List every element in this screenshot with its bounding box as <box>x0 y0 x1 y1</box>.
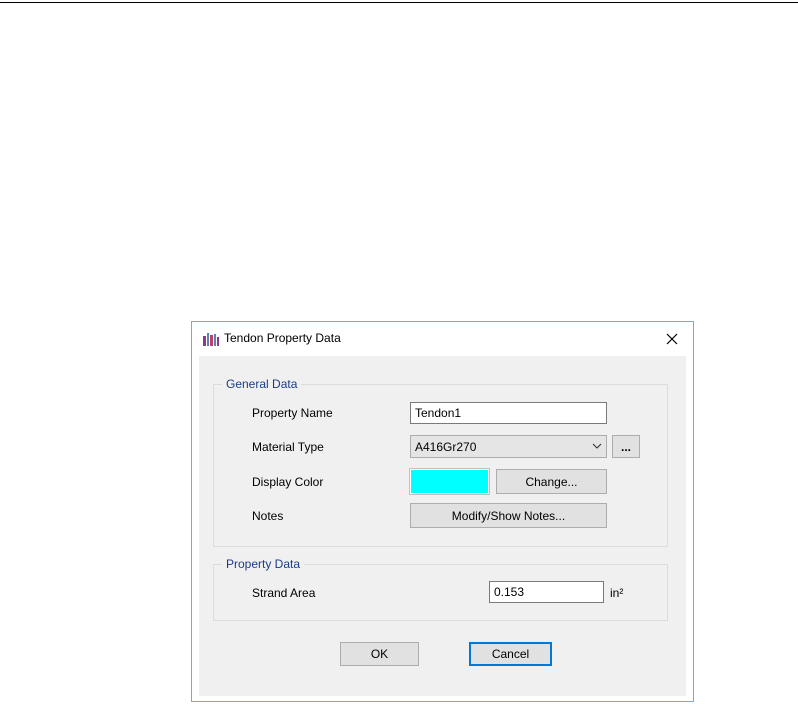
property-data-legend: Property Data <box>222 557 305 571</box>
chevron-down-icon <box>592 443 602 449</box>
strand-area-input[interactable]: 0.153 <box>489 581 604 603</box>
material-type-select[interactable]: A416Gr270 <box>410 435 607 458</box>
modify-show-notes-button[interactable]: Modify/Show Notes... <box>410 503 607 528</box>
material-type-label: Material Type <box>252 440 324 454</box>
change-color-button[interactable]: Change... <box>496 469 607 494</box>
general-data-legend: General Data <box>222 377 302 391</box>
notes-label: Notes <box>252 509 284 523</box>
cancel-button[interactable]: Cancel <box>469 642 552 666</box>
display-color-label: Display Color <box>252 475 324 489</box>
property-name-input[interactable]: Tendon1 <box>410 402 607 424</box>
close-icon <box>666 333 678 345</box>
ok-button[interactable]: OK <box>340 642 419 666</box>
tendon-app-icon <box>203 333 219 346</box>
title-bar[interactable]: Tendon Property Data <box>192 322 693 356</box>
tendon-property-dialog: Tendon Property Data General Data Proper… <box>191 321 694 702</box>
strand-area-unit: in² <box>610 586 624 600</box>
top-divider <box>0 2 798 3</box>
property-name-label: Property Name <box>252 406 333 420</box>
material-type-value: A416Gr270 <box>415 440 477 454</box>
display-color-swatch[interactable] <box>409 468 490 495</box>
material-browse-button[interactable]: ... <box>612 435 640 458</box>
strand-area-label: Strand Area <box>252 586 316 600</box>
close-button[interactable] <box>657 326 687 352</box>
dialog-title: Tendon Property Data <box>224 331 341 345</box>
dialog-client-area: General Data Property Name Tendon1 Mater… <box>199 356 686 696</box>
